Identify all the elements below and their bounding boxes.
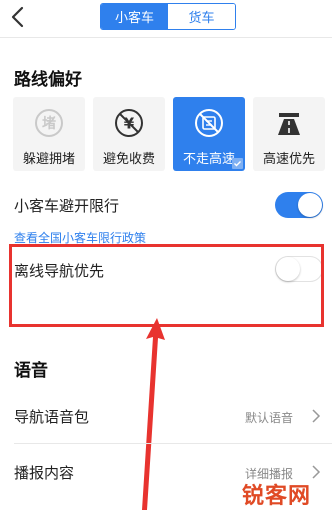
voice-pack-label: 导航语音包	[14, 408, 90, 426]
restriction-toggle[interactable]	[275, 192, 323, 218]
voice-pack-row[interactable]: 导航语音包 默认语音	[0, 390, 332, 442]
broadcast-content-label: 播报内容	[14, 464, 75, 482]
pref-option-avoid-congestion[interactable]: 堵 躲避拥堵	[13, 97, 85, 171]
voice-title: 语音	[14, 361, 48, 381]
top-bar: 小客车 货车	[0, 0, 332, 36]
chevron-left-icon	[11, 6, 24, 28]
pref-label: 高速优先	[262, 152, 315, 167]
pref-option-no-highway[interactable]: 不走高速	[173, 97, 245, 171]
no-highway-icon	[195, 109, 223, 137]
watermark-text: 锐客网	[242, 484, 312, 509]
pref-option-avoid-toll[interactable]: ¥ 避免收费	[93, 97, 165, 171]
divider	[14, 443, 332, 444]
divider	[0, 37, 332, 38]
route-pref-title: 路线偏好	[14, 70, 82, 90]
restriction-label: 小客车避开限行	[14, 197, 120, 215]
vehicle-type-segment: 小客车 货车	[100, 3, 236, 30]
highway-icon	[278, 113, 300, 135]
pref-option-highway-first[interactable]: 高速优先	[253, 97, 325, 171]
pref-label: 避免收费	[102, 152, 155, 167]
congestion-avoid-icon: 堵	[35, 109, 63, 137]
watermark: 锐客网	[236, 478, 332, 518]
check-icon	[232, 158, 243, 169]
voice-pack-value: 默认语音	[245, 411, 294, 425]
chevron-right-icon	[312, 465, 321, 479]
no-toll-icon: ¥	[115, 109, 143, 137]
chevron-right-icon	[312, 409, 321, 423]
tab-car[interactable]: 小客车	[101, 4, 168, 29]
tab-truck[interactable]: 货车	[168, 4, 235, 29]
svg-text:堵: 堵	[42, 115, 56, 132]
toggle-knob	[298, 193, 322, 217]
pref-label: 躲避拥堵	[22, 152, 75, 167]
back-button[interactable]	[4, 3, 32, 31]
